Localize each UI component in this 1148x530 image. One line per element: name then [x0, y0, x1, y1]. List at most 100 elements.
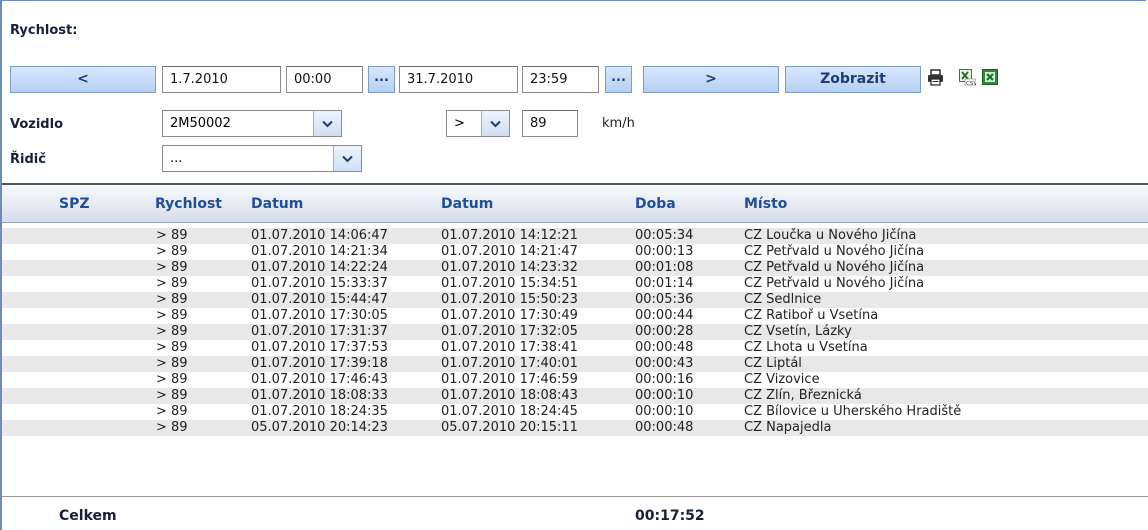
cell-duration: 00:00:10 — [635, 388, 694, 403]
excel-icon[interactable] — [982, 69, 999, 86]
cell-date-to: 01.07.2010 14:23:32 — [441, 260, 578, 275]
column-header-place[interactable]: Místo — [744, 196, 787, 212]
cell-date-from: 01.07.2010 17:31:37 — [251, 324, 388, 339]
speed-operator-select[interactable]: > — [446, 110, 510, 137]
column-header-date-from[interactable]: Datum — [251, 196, 303, 212]
cell-speed: > 89 — [156, 420, 188, 435]
cell-date-from: 01.07.2010 15:44:47 — [251, 292, 388, 307]
cell-date-from: 05.07.2010 20:14:23 — [251, 420, 388, 435]
table-row[interactable]: > 89 01.07.2010 14:22:24 01.07.2010 14:2… — [2, 260, 1148, 276]
cell-date-to: 01.07.2010 18:24:45 — [441, 404, 578, 419]
cell-date-from: 01.07.2010 14:21:34 — [251, 244, 388, 259]
table-row[interactable]: > 89 01.07.2010 18:24:35 01.07.2010 18:2… — [2, 404, 1148, 420]
cell-place: CZ Vizovice — [744, 372, 820, 387]
table-row[interactable]: > 89 01.07.2010 17:31:37 01.07.2010 17:3… — [2, 324, 1148, 340]
driver-select[interactable]: ... — [162, 145, 362, 172]
cell-duration: 00:00:10 — [635, 404, 694, 419]
cell-duration: 00:00:16 — [635, 372, 694, 387]
cell-speed: > 89 — [156, 244, 188, 259]
cell-place: CZ Ratiboř u Vsetína — [744, 308, 879, 323]
date-from-input[interactable]: 1.7.2010 — [162, 66, 281, 93]
total-label: Celkem — [59, 508, 117, 524]
vehicle-label: Vozidlo — [10, 117, 63, 132]
page-title: Rychlost: — [10, 23, 78, 38]
table-row[interactable]: > 89 01.07.2010 17:46:43 01.07.2010 17:4… — [2, 372, 1148, 388]
driver-select-value: ... — [170, 151, 183, 166]
cell-speed: > 89 — [156, 388, 188, 403]
cell-date-from: 01.07.2010 17:46:43 — [251, 372, 388, 387]
cell-place: CZ Bílovice u Uherského Hradiště — [744, 404, 962, 419]
date-to-picker-button[interactable]: ... — [605, 66, 632, 93]
cell-duration: 00:00:43 — [635, 356, 694, 371]
table-row[interactable]: > 89 01.07.2010 15:33:37 01.07.2010 15:3… — [2, 276, 1148, 292]
cell-duration: 00:01:08 — [635, 260, 694, 275]
column-header-date-to[interactable]: Datum — [441, 196, 493, 212]
cell-place: CZ Petřvald u Nového Jičína — [744, 260, 925, 275]
cell-duration: 00:00:13 — [635, 244, 694, 259]
date-to-input[interactable]: 31.7.2010 — [399, 66, 518, 93]
cell-speed: > 89 — [156, 260, 188, 275]
cell-place: CZ Petřvald u Nového Jičína — [744, 276, 925, 291]
cell-speed: > 89 — [156, 276, 188, 291]
column-header-duration[interactable]: Doba — [635, 196, 676, 212]
speed-operator-value: > — [454, 116, 465, 131]
excel-csv-icon[interactable]: CSV — [959, 69, 977, 87]
cell-date-from: 01.07.2010 14:22:24 — [251, 260, 388, 275]
table-row[interactable]: > 89 05.07.2010 20:14:23 05.07.2010 20:1… — [2, 420, 1148, 436]
cell-date-to: 01.07.2010 17:38:41 — [441, 340, 578, 355]
cell-date-from: 01.07.2010 17:30:05 — [251, 308, 388, 323]
cell-date-from: 01.07.2010 17:37:53 — [251, 340, 388, 355]
cell-place: CZ Sedlnice — [744, 292, 822, 307]
table-row[interactable]: > 89 01.07.2010 17:39:18 01.07.2010 17:4… — [2, 356, 1148, 372]
chevron-down-icon[interactable] — [333, 146, 361, 171]
table-row[interactable]: > 89 01.07.2010 18:08:33 01.07.2010 18:0… — [2, 388, 1148, 404]
total-duration: 00:17:52 — [635, 508, 705, 524]
cell-date-to: 01.07.2010 17:32:05 — [441, 324, 578, 339]
cell-date-from: 01.07.2010 17:39:18 — [251, 356, 388, 371]
column-header-spz[interactable]: SPZ — [59, 196, 90, 212]
cell-speed: > 89 — [156, 308, 188, 323]
table-row[interactable]: > 89 01.07.2010 17:30:05 01.07.2010 17:3… — [2, 308, 1148, 324]
speed-limit-input[interactable]: 89 — [522, 110, 578, 137]
time-to-input[interactable]: 23:59 — [522, 66, 599, 93]
cell-speed: > 89 — [156, 292, 188, 307]
cell-place: CZ Liptál — [744, 356, 802, 371]
cell-duration: 00:00:28 — [635, 324, 694, 339]
cell-place: CZ Zlín, Březnická — [744, 388, 862, 403]
vehicle-select[interactable]: 2M50002 — [162, 110, 342, 137]
cell-duration: 00:05:36 — [635, 292, 694, 307]
cell-date-to: 01.07.2010 17:30:49 — [441, 308, 578, 323]
table-row[interactable]: > 89 01.07.2010 14:06:47 01.07.2010 14:1… — [2, 228, 1148, 244]
show-button[interactable]: Zobrazit — [785, 66, 921, 93]
cell-date-from: 01.07.2010 14:06:47 — [251, 228, 388, 243]
cell-duration: 00:00:44 — [635, 308, 694, 323]
cell-date-to: 01.07.2010 14:12:21 — [441, 228, 578, 243]
speed-unit-label: km/h — [602, 116, 635, 131]
report-frame: Rychlost: < 1.7.2010 00:00 ... 31.7.2010… — [0, 0, 1148, 530]
next-period-button[interactable]: > — [643, 66, 779, 93]
table-body: > 89 01.07.2010 14:06:47 01.07.2010 14:1… — [2, 228, 1148, 436]
table-row[interactable]: > 89 01.07.2010 17:37:53 01.07.2010 17:3… — [2, 340, 1148, 356]
date-from-picker-button[interactable]: ... — [368, 66, 395, 93]
cell-duration: 00:05:34 — [635, 228, 694, 243]
time-from-input[interactable]: 00:00 — [286, 66, 363, 93]
chevron-down-icon[interactable] — [481, 111, 509, 136]
cell-speed: > 89 — [156, 340, 188, 355]
previous-period-button[interactable]: < — [10, 66, 156, 93]
footer-divider — [2, 496, 1148, 497]
table-row[interactable]: > 89 01.07.2010 14:21:34 01.07.2010 14:2… — [2, 244, 1148, 260]
cell-date-to: 01.07.2010 17:46:59 — [441, 372, 578, 387]
table-row[interactable]: > 89 01.07.2010 15:44:47 01.07.2010 15:5… — [2, 292, 1148, 308]
chevron-down-icon[interactable] — [313, 111, 341, 136]
cell-date-to: 01.07.2010 15:50:23 — [441, 292, 578, 307]
cell-date-from: 01.07.2010 18:24:35 — [251, 404, 388, 419]
cell-duration: 00:00:48 — [635, 420, 694, 435]
cell-speed: > 89 — [156, 372, 188, 387]
column-header-speed[interactable]: Rychlost — [155, 196, 222, 212]
driver-label: Řidič — [10, 152, 46, 167]
cell-speed: > 89 — [156, 324, 188, 339]
cell-speed: > 89 — [156, 404, 188, 419]
cell-date-from: 01.07.2010 15:33:37 — [251, 276, 388, 291]
cell-date-to: 05.07.2010 20:15:11 — [441, 420, 578, 435]
printer-icon[interactable] — [927, 69, 944, 86]
